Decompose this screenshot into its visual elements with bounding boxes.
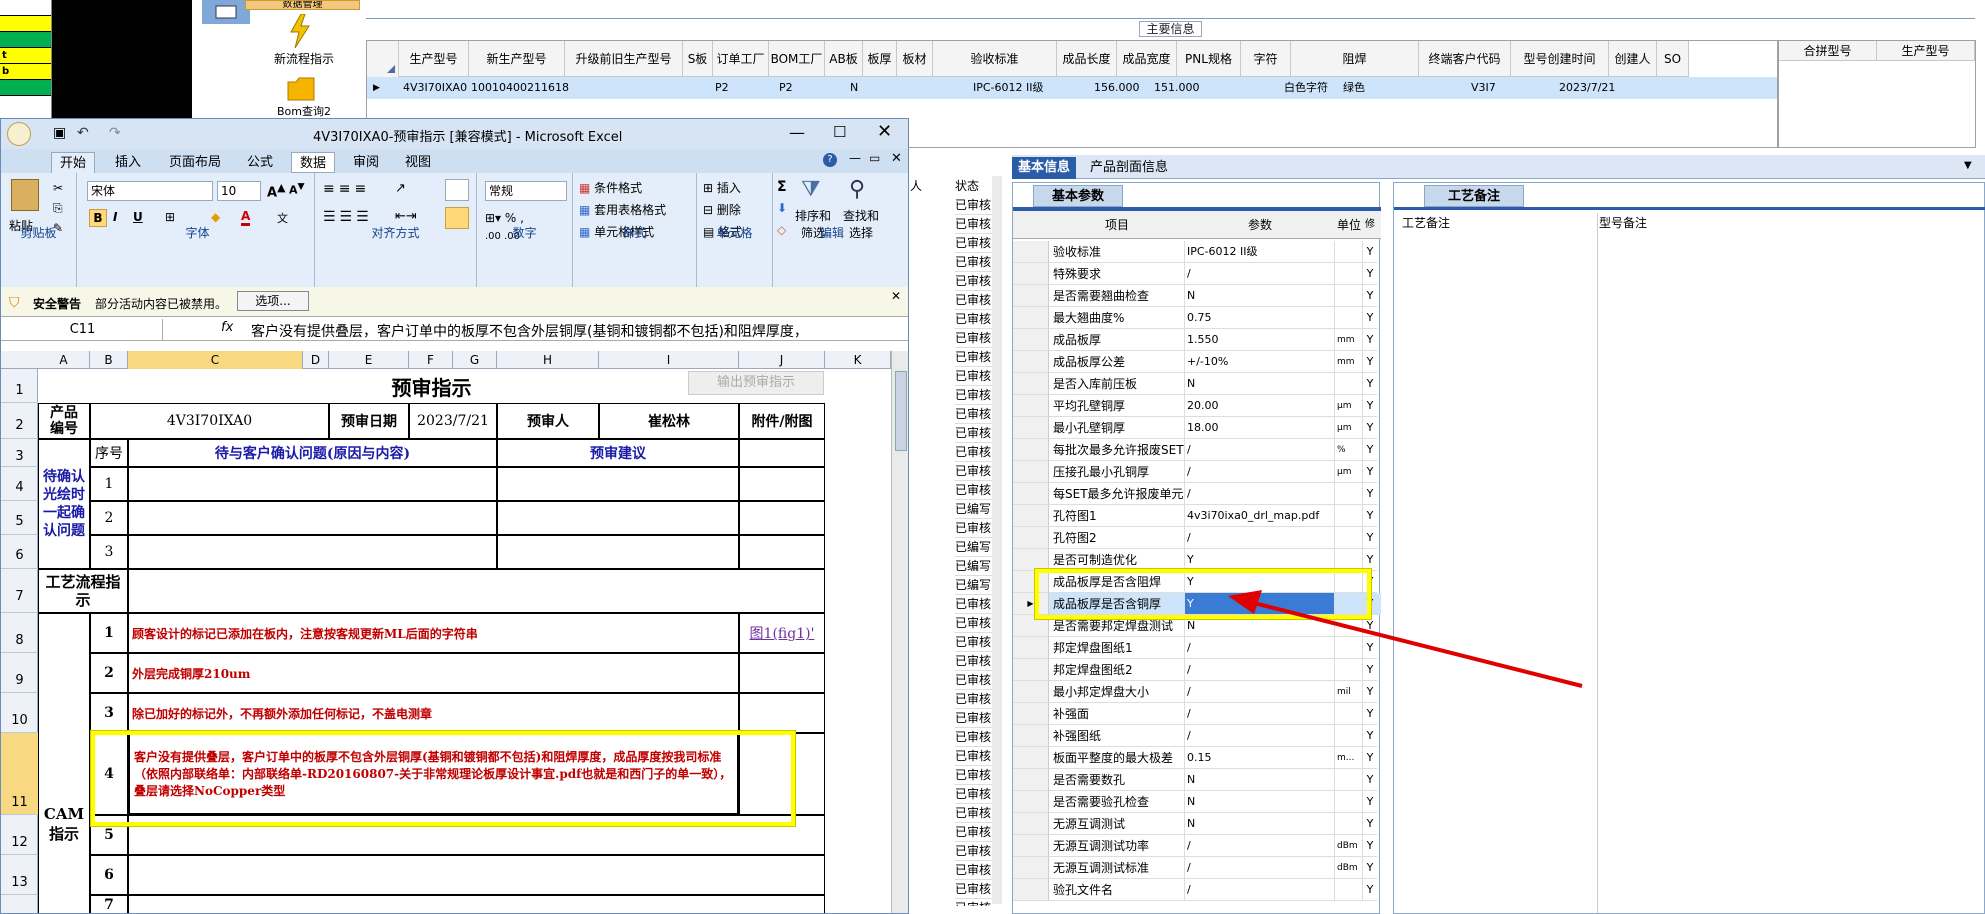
red-arrow	[1228, 590, 1583, 688]
